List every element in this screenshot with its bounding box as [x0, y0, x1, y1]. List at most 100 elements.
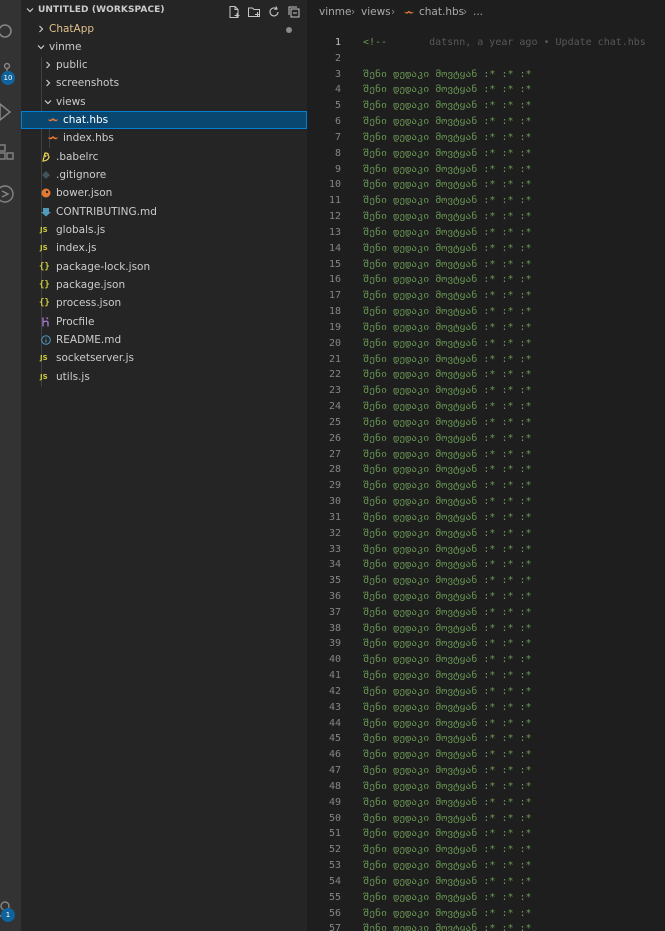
tree-folder-vinme[interactable]: vinme [21, 38, 307, 56]
code-line[interactable]: 53 შენი დედაკი მოვტყან :* :* :* [307, 858, 665, 874]
code-line[interactable]: 56 შენი დედაკი მოვტყან :* :* :* [307, 906, 665, 922]
code-line[interactable]: 32 შენი დედაკი მოვტყან :* :* :* [307, 526, 665, 542]
code-line[interactable]: 28 შენი დედაკი მოვტყან :* :* :* [307, 462, 665, 478]
tree-file-gitignore[interactable]: .gitignore [21, 166, 307, 184]
new-file-icon[interactable] [227, 5, 241, 19]
code-line[interactable]: 40 შენი დედაკი მოვტყან :* :* :* [307, 652, 665, 668]
search-icon[interactable] [0, 20, 21, 44]
code-line[interactable]: 14 შენი დედაკი მოვტყან :* :* :* [307, 241, 665, 257]
new-folder-icon[interactable] [247, 5, 261, 19]
code-line[interactable]: 25 შენი დედაკი მოვტყან :* :* :* [307, 415, 665, 431]
code-line[interactable]: 20 შენი დედაკი მოვტყან :* :* :* [307, 336, 665, 352]
account-icon[interactable]: 1 [0, 898, 21, 922]
code-line[interactable]: 17 შენი დედაკი მოვტყან :* :* :* [307, 288, 665, 304]
code-line[interactable]: 36 შენი დედაკი მოვტყან :* :* :* [307, 589, 665, 605]
code-line[interactable]: 10 შენი დედაკი მოვტყან :* :* :* [307, 177, 665, 193]
code-line[interactable]: 1 <!-- datsnn, a year ago • Update chat.hb… [307, 35, 665, 51]
code-line[interactable]: 54 შენი დედაკი მოვტყან :* :* :* [307, 874, 665, 890]
code-line[interactable]: 31 შენი დედაკი მოვტყან :* :* :* [307, 510, 665, 526]
breadcrumb-folder[interactable]: vinme [319, 0, 351, 24]
code-line[interactable]: 7 შენი დედაკი მოვტყან :* :* :* [307, 130, 665, 146]
code-line[interactable]: 23 შენი დედაკი მოვტყან :* :* :* [307, 383, 665, 399]
code-line[interactable]: 2 [307, 51, 665, 67]
tree-label: utils.js [56, 371, 90, 383]
breadcrumb-file[interactable]: chat.hbs [419, 0, 464, 24]
code-line[interactable]: 15 შენი დედაკი მოვტყან :* :* :* [307, 257, 665, 273]
code-line[interactable]: 24 შენი დედაკი მოვტყან :* :* :* [307, 399, 665, 415]
handlebars-icon [47, 118, 59, 122]
tree-file-chat-hbs[interactable]: chat.hbs [21, 111, 307, 129]
code-line[interactable]: 29 შენი დედაკი მოვტყან :* :* :* [307, 478, 665, 494]
code-line[interactable]: 21 შენი დედაკი მოვტყან :* :* :* [307, 352, 665, 368]
tree-file-utils-js[interactable]: JS utils.js [21, 368, 307, 386]
tree-folder-public[interactable]: public [21, 56, 307, 74]
tree-file-socketserver-js[interactable]: JS socketserver.js [21, 349, 307, 367]
tree-label: README.md [56, 334, 122, 346]
tree-file-readme-md[interactable]: README.md [21, 331, 307, 349]
tree-folder-views[interactable]: views [21, 93, 307, 111]
code-line[interactable]: 57 შენი დედაკი მოვტყან :* :* :* [307, 921, 665, 931]
tree-file-contributing-md[interactable]: CONTRIBUTING.md [21, 203, 307, 221]
tree-file-index-js[interactable]: JS index.js [21, 239, 307, 257]
code-line[interactable]: 11 შენი დედაკი მოვტყან :* :* :* [307, 193, 665, 209]
tree-folder-chatapp[interactable]: ChatApp [21, 20, 307, 38]
code-line[interactable]: 39 შენი დედაკი მოვტყან :* :* :* [307, 636, 665, 652]
tree-file-package-json[interactable]: {} package.json [21, 276, 307, 294]
code-line[interactable]: 34 შენი დედაკი მოვტყან :* :* :* [307, 557, 665, 573]
tree-file-process-json[interactable]: {} process.json [21, 294, 307, 312]
code-line[interactable]: 35 შენი დედაკი მოვტყან :* :* :* [307, 573, 665, 589]
code-line[interactable]: 16 შენი დედაკი მოვტყან :* :* :* [307, 272, 665, 288]
tree-folder-screenshots[interactable]: screenshots [21, 74, 307, 92]
code-line[interactable]: 4 შენი დედაკი მოვტყან :* :* :* [307, 82, 665, 98]
code-line[interactable]: 6 შენი დედაკი მოვტყან :* :* :* [307, 114, 665, 130]
code-line[interactable]: 38 შენი დედაკი მოვტყან :* :* :* [307, 621, 665, 637]
code-line[interactable]: 42 შენი დედაკი მოვტყან :* :* :* [307, 684, 665, 700]
refresh-icon[interactable] [267, 5, 281, 19]
tree-label: public [56, 59, 88, 71]
breadcrumb-subfolder[interactable]: views [361, 0, 391, 24]
code-line[interactable]: 45 შენი დედაკი მოვტყან :* :* :* [307, 731, 665, 747]
line-number: 23 [328, 385, 341, 397]
code-line[interactable]: 43 შენი დედაკი მოვტყან :* :* :* [307, 700, 665, 716]
code-line[interactable]: 49 შენი დედაკი მოვტყან :* :* :* [307, 795, 665, 811]
source-control-icon[interactable]: 10 [0, 60, 21, 85]
code-line[interactable]: 47 შენი დედაკი მოვტყან :* :* :* [307, 763, 665, 779]
code-line[interactable]: 51 შენი დედაკი მოვტყან :* :* :* [307, 826, 665, 842]
tree-file-index-hbs[interactable]: index.hbs [21, 129, 307, 147]
code-line[interactable]: 37 შენი დედაკი მოვტყან :* :* :* [307, 605, 665, 621]
remote-explorer-icon[interactable] [0, 182, 21, 206]
code-line[interactable]: 48 შენი დედაკი მოვტყან :* :* :* [307, 779, 665, 795]
code-line[interactable]: 18 შენი დედაკი მოვტყან :* :* :* [307, 304, 665, 320]
line-number: 30 [328, 496, 341, 508]
run-debug-icon[interactable] [0, 100, 21, 124]
code-line[interactable]: 27 შენი დედაკი მოვტყან :* :* :* [307, 447, 665, 463]
code-line[interactable]: 8 შენი დედაკი მოვტყან :* :* :* [307, 146, 665, 162]
code-line[interactable]: 5 შენი დედაკი მოვტყან :* :* :* [307, 98, 665, 114]
collapse-all-icon[interactable] [287, 5, 301, 19]
code-line[interactable]: 55 შენი დედაკი მოვტყან :* :* :* [307, 890, 665, 906]
code-area[interactable]: 1 <!-- datsnn, a year ago • Update chat.hb… [307, 35, 665, 931]
code-line[interactable]: 52 შენი დედაკი მოვტყან :* :* :* [307, 842, 665, 858]
workspace-header[interactable]: UNTITLED (WORKSPACE) [21, 2, 307, 22]
code-line[interactable]: 13 შენი დედაკი მოვტყან :* :* :* [307, 225, 665, 241]
code-line[interactable]: 33 შენი დედაკი მოვტყან :* :* :* [307, 542, 665, 558]
code-line[interactable]: 9 შენი დედაკი მოვტყან :* :* :* [307, 162, 665, 178]
code-line[interactable]: 26 შენი დედაკი მოვტყან :* :* :* [307, 431, 665, 447]
tree-file-procfile[interactable]: Procfile [21, 313, 307, 331]
extensions-icon[interactable] [0, 142, 21, 166]
code-line[interactable]: 50 შენი დედაკი მოვტყან :* :* :* [307, 811, 665, 827]
code-line[interactable]: 30 შენი დედაკი მოვტყან :* :* :* [307, 494, 665, 510]
tree-file-globals-js[interactable]: JS globals.js [21, 221, 307, 239]
tree-file-package-lock-json[interactable]: {} package-lock.json [21, 258, 307, 276]
code-line[interactable]: 41 შენი დედაკი მოვტყან :* :* :* [307, 668, 665, 684]
code-line[interactable]: 3 შენი დედაკი მოვტყან :* :* :* [307, 67, 665, 83]
tree-file-bower-json[interactable]: bower.json [21, 184, 307, 202]
code-text: შენი დედაკი მოვტყან :* :* :* [363, 654, 532, 666]
tree-file-babelrc[interactable]: .babelrc [21, 148, 307, 166]
code-line[interactable]: 12 შენი დედაკი მოვტყან :* :* :* [307, 209, 665, 225]
code-line[interactable]: 46 შენი დედაკი მოვტყან :* :* :* [307, 747, 665, 763]
breadcrumb-more[interactable]: ... [473, 0, 483, 24]
code-line[interactable]: 44 შენი დედაკი მოვტყან :* :* :* [307, 716, 665, 732]
code-line[interactable]: 22 შენი დედაკი მოვტყან :* :* :* [307, 367, 665, 383]
code-line[interactable]: 19 შენი დედაკი მოვტყან :* :* :* [307, 320, 665, 336]
